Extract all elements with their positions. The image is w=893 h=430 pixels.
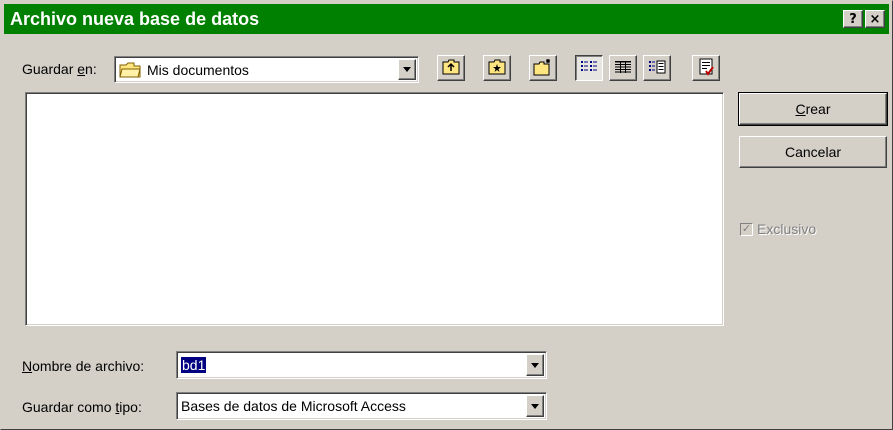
details-view-icon — [614, 60, 632, 77]
list-view-button[interactable] — [575, 55, 603, 81]
help-button[interactable]: ? — [843, 10, 863, 28]
create-new-folder-button[interactable] — [529, 55, 557, 81]
up-one-level-button[interactable] — [437, 55, 465, 81]
exclusive-label: Exclusivo — [757, 221, 817, 237]
favorites-icon — [488, 59, 506, 78]
exclusive-checkbox: ✓ Exclusivo — [740, 221, 816, 237]
properties-view-button[interactable] — [643, 55, 671, 81]
file-list[interactable] — [25, 92, 724, 326]
filename-label: Nombre de archivo: — [22, 358, 145, 374]
filename-dropdown-arrow[interactable] — [526, 354, 544, 376]
create-button-label: Crear — [795, 101, 831, 117]
save-in-dropdown-arrow[interactable] — [398, 59, 416, 80]
cancel-button[interactable]: Cancelar — [739, 136, 887, 168]
save-in-value-area: Mis documentos — [115, 61, 398, 78]
filename-combobox[interactable]: bd1 — [176, 351, 547, 379]
details-view-button[interactable] — [609, 55, 637, 81]
cancel-button-label: Cancelar — [784, 144, 842, 160]
filename-input[interactable]: bd1 — [177, 357, 526, 373]
dialog-title: Archivo nueva base de datos — [10, 8, 260, 29]
up-one-level-icon — [442, 59, 460, 78]
save-in-dropdown[interactable]: Mis documentos — [114, 56, 419, 83]
save-in-value: Mis documentos — [147, 61, 249, 78]
chevron-down-icon — [531, 403, 539, 409]
properties-view-icon — [648, 60, 666, 77]
favorites-button[interactable] — [483, 55, 511, 81]
title-bar: Archivo nueva base de datos ? × — [4, 4, 889, 34]
title-bar-buttons: ? × — [843, 10, 887, 28]
filetype-dropdown-arrow[interactable] — [526, 395, 544, 417]
filetype-value-area: Bases de datos de Microsoft Access — [177, 398, 526, 414]
save-in-label: Guardar en: — [22, 61, 97, 77]
create-new-folder-icon — [533, 58, 553, 79]
filetype-label: Guardar como tipo: — [22, 399, 142, 415]
filetype-dropdown[interactable]: Bases de datos de Microsoft Access — [176, 392, 547, 420]
filename-value: bd1 — [181, 357, 207, 373]
list-view-icon — [580, 60, 598, 77]
folder-icon — [119, 61, 141, 78]
chevron-down-icon — [531, 362, 539, 368]
chevron-down-icon — [403, 67, 411, 72]
new-database-dialog: Archivo nueva base de datos ? × Guardar … — [0, 0, 893, 430]
commands-button[interactable] — [692, 55, 720, 81]
create-button[interactable]: Crear — [738, 92, 888, 126]
commands-icon — [697, 58, 715, 79]
checkmark-icon: ✓ — [740, 222, 753, 236]
filetype-value: Bases de datos de Microsoft Access — [181, 398, 406, 414]
close-button[interactable]: × — [865, 10, 885, 28]
